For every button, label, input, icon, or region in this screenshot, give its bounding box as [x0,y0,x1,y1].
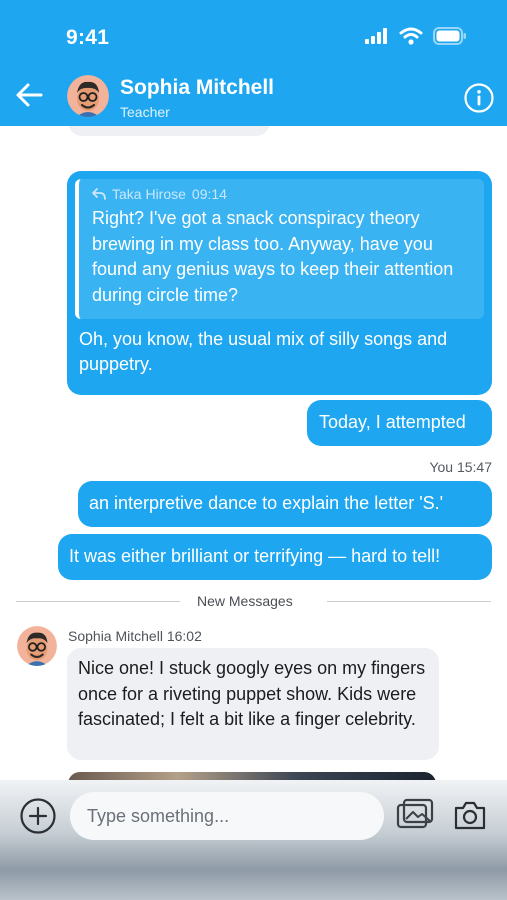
outgoing-message[interactable]: Today, I attempted [307,400,492,446]
message-text: Today, I attempted [319,412,466,432]
message-text: an interpretive dance to explain the let… [89,493,444,513]
quote-time: 09:14 [191,185,227,202]
outgoing-message[interactable]: an interpretive dance to explain the let… [78,481,492,527]
avatar[interactable] [67,75,109,117]
wifi-icon [399,27,423,45]
quote-author: Taka Hirose [112,185,186,202]
quoted-message[interactable]: Taka Hirose 09:14 Right? I've got a snac… [75,179,484,319]
message-text: Oh, you know, the usual mix of silly son… [79,329,448,374]
plus-icon[interactable] [19,797,57,835]
divider-label: New Messages [197,593,293,609]
contact-name[interactable]: Sophia Mitchell [120,76,274,100]
outgoing-reply-bubble[interactable]: Taka Hirose 09:14 Right? I've got a snac… [67,171,492,395]
quote-text: Right? I've got a snack conspiracy theor… [92,208,454,305]
avatar[interactable] [17,626,57,666]
battery-icon [433,27,466,45]
message-input[interactable] [70,792,384,840]
status-time: 9:41 [66,26,110,49]
incoming-message[interactable]: Nice one! I stuck googly eyes on my fing… [67,648,439,760]
contact-role: Teacher [120,104,170,120]
message-text: Nice one! I stuck googly eyes on my fing… [78,658,426,729]
previous-incoming-bubble [68,126,270,136]
message-text: It was either brilliant or terrifying — … [69,546,441,566]
reply-arrow-icon [92,188,106,200]
composer-bar [0,780,507,900]
message-meta: Sophia Mitchell 16:02 [68,628,202,644]
new-messages-divider: New Messages [16,593,491,609]
back-arrow-icon[interactable] [14,80,44,110]
info-icon[interactable] [463,82,495,114]
gallery-icon[interactable] [396,797,436,835]
quote-header: Taka Hirose 09:14 [92,185,474,203]
message-meta: You 15:47 [429,459,492,475]
chat-header: 9:41 Sophia Mitchell Teacher [0,0,507,126]
outgoing-message[interactable]: It was either brilliant or terrifying — … [58,534,492,580]
signal-icon [365,28,387,44]
message-list[interactable]: Taka Hirose 09:14 Right? I've got a snac… [0,126,507,780]
camera-icon[interactable] [452,797,488,833]
status-icons [365,27,467,45]
image-attachment[interactable] [68,772,436,780]
